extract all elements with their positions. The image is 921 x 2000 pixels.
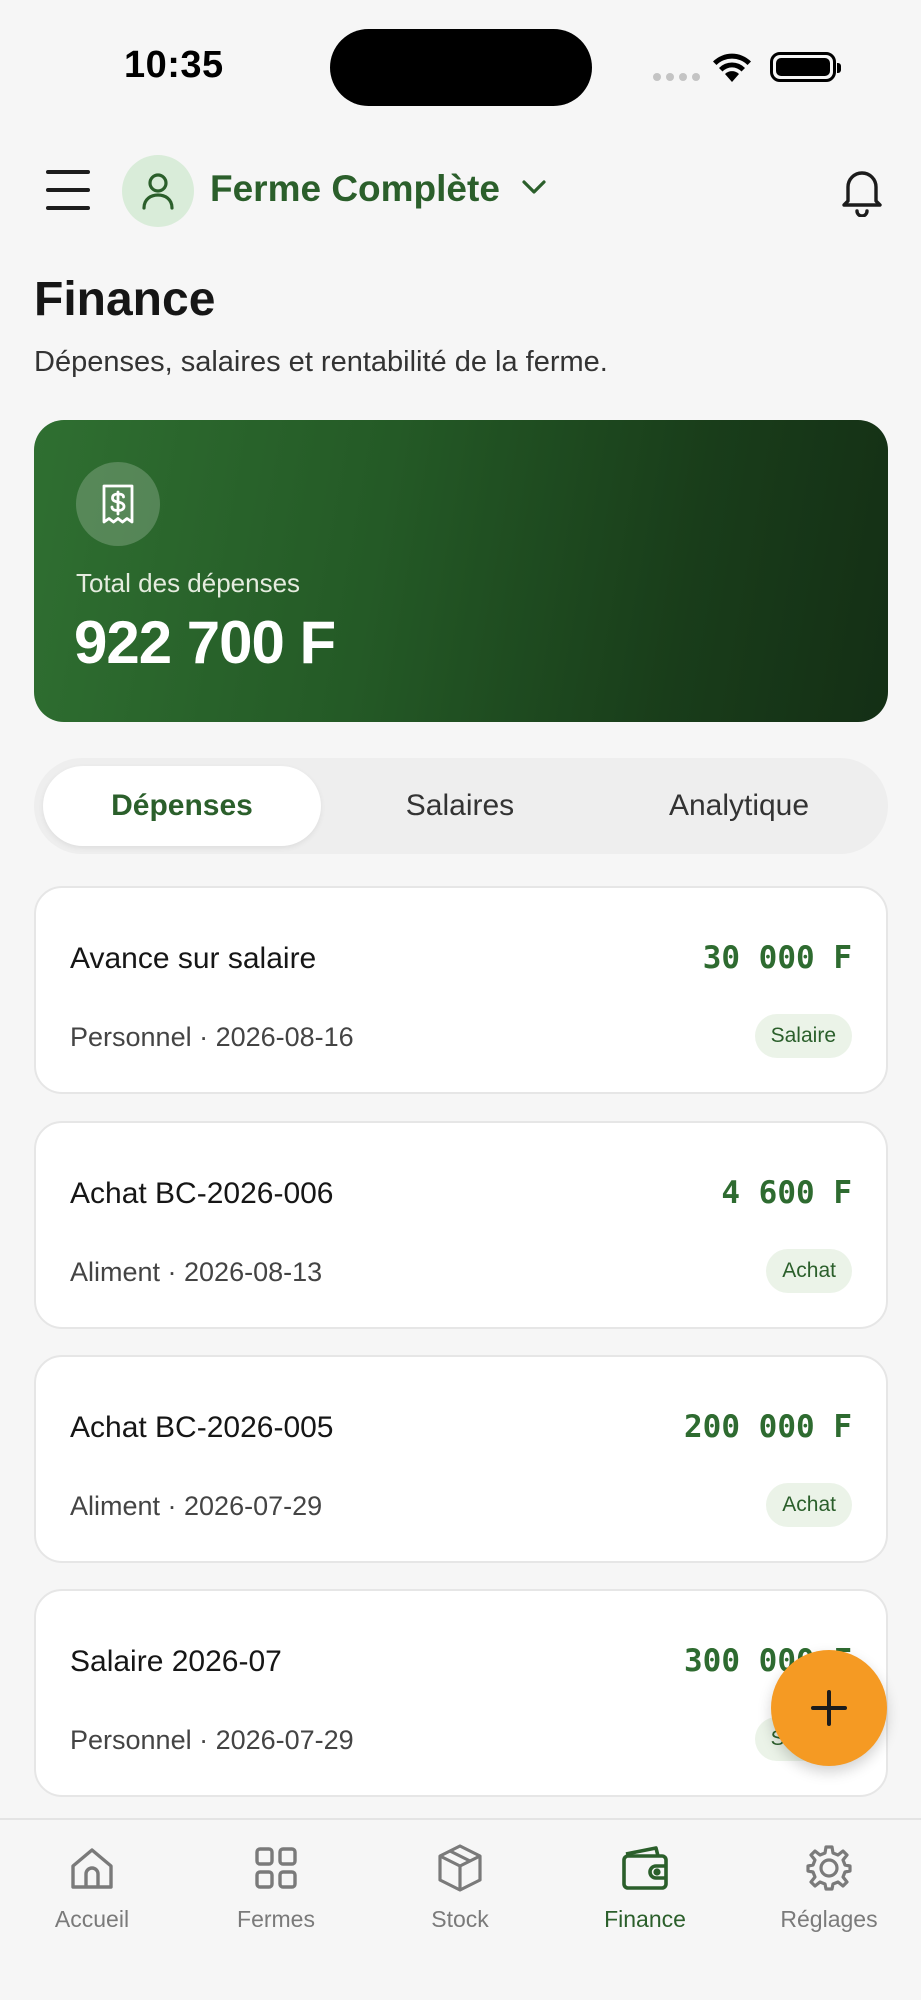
- cellular-signal-icon: [653, 73, 700, 81]
- nav-label: Accueil: [54, 1906, 130, 1932]
- expense-amount: 200 000 F: [684, 1409, 852, 1445]
- total-expenses-card: Total des dépenses 922 700 F: [34, 420, 888, 722]
- expense-amount: 30 000 F: [702, 940, 852, 976]
- status-time: 10:35: [124, 44, 224, 86]
- add-expense-button[interactable]: [771, 1650, 887, 1766]
- page-title: Finance: [34, 273, 216, 326]
- nav-label: Stock: [431, 1906, 489, 1932]
- app-header: Ferme Complète: [0, 152, 921, 230]
- nav-item-accueil[interactable]: Accueil: [0, 1840, 184, 1933]
- tab-depenses[interactable]: Dépenses: [43, 766, 321, 846]
- tab-analytique[interactable]: Analytique: [600, 766, 878, 846]
- tab-salaires[interactable]: Salaires: [321, 766, 599, 846]
- user-icon[interactable]: [122, 155, 194, 227]
- nav-label: Finance: [604, 1906, 686, 1932]
- home-icon: [71, 1848, 113, 1889]
- total-expenses-label: Total des dépenses: [76, 568, 301, 598]
- expense-title: Achat BC-2026-006: [70, 1177, 334, 1210]
- expense-card[interactable]: Salaire 2026-07 300 000 F Personnel · 20…: [34, 1589, 888, 1797]
- expense-amount: 4 600 F: [721, 1175, 852, 1211]
- gear-icon: [806, 1845, 852, 1891]
- expense-title: Achat BC-2026-005: [70, 1411, 334, 1444]
- farm-selector[interactable]: Ferme Complète: [210, 168, 500, 210]
- expense-meta: Aliment · 2026-07-29: [70, 1491, 323, 1521]
- chevron-down-icon[interactable]: [520, 178, 548, 196]
- status-bar: 10:35: [0, 0, 921, 120]
- expense-title: Avance sur salaire: [70, 942, 317, 975]
- total-expenses-amount: 922 700 F: [74, 609, 336, 676]
- bottom-navigation: Accueil Fermes Stock Finance Réglages: [0, 1818, 921, 2000]
- expense-category-badge: Achat: [766, 1249, 852, 1293]
- nav-item-reglages[interactable]: Réglages: [737, 1840, 921, 1933]
- expense-category-badge: Salaire: [754, 1014, 852, 1058]
- wallet-icon: [622, 1846, 668, 1890]
- battery-icon: [770, 52, 841, 82]
- grid-icon: [255, 1847, 297, 1889]
- expense-card[interactable]: Achat BC-2026-006 4 600 F Aliment · 2026…: [34, 1121, 888, 1329]
- dynamic-island: [330, 29, 592, 106]
- expense-meta: Personnel · 2026-07-29: [70, 1725, 354, 1755]
- plus-icon: [811, 1690, 847, 1726]
- finance-tabs: Dépenses Salaires Analytique: [34, 758, 888, 854]
- wifi-icon: [713, 53, 751, 82]
- page-subtitle: Dépenses, salaires et rentabilité de la …: [34, 346, 608, 378]
- nav-item-fermes[interactable]: Fermes: [184, 1840, 368, 1933]
- expense-title: Salaire 2026-07: [70, 1645, 282, 1678]
- expense-card[interactable]: Achat BC-2026-005 200 000 F Aliment · 20…: [34, 1355, 888, 1563]
- expense-meta: Personnel · 2026-08-16: [70, 1022, 354, 1052]
- menu-button[interactable]: [46, 170, 90, 210]
- nav-item-finance[interactable]: Finance: [553, 1840, 737, 1933]
- nav-label: Fermes: [237, 1906, 315, 1932]
- expense-card[interactable]: Avance sur salaire 30 000 F Personnel · …: [34, 886, 888, 1094]
- nav-label: Réglages: [780, 1906, 878, 1932]
- receipt-icon: [76, 462, 160, 546]
- expense-category-badge: Achat: [766, 1483, 852, 1527]
- bell-icon[interactable]: [838, 165, 886, 217]
- expense-meta: Aliment · 2026-08-13: [70, 1257, 323, 1287]
- nav-item-stock[interactable]: Stock: [368, 1840, 552, 1933]
- box-icon: [438, 1844, 482, 1892]
